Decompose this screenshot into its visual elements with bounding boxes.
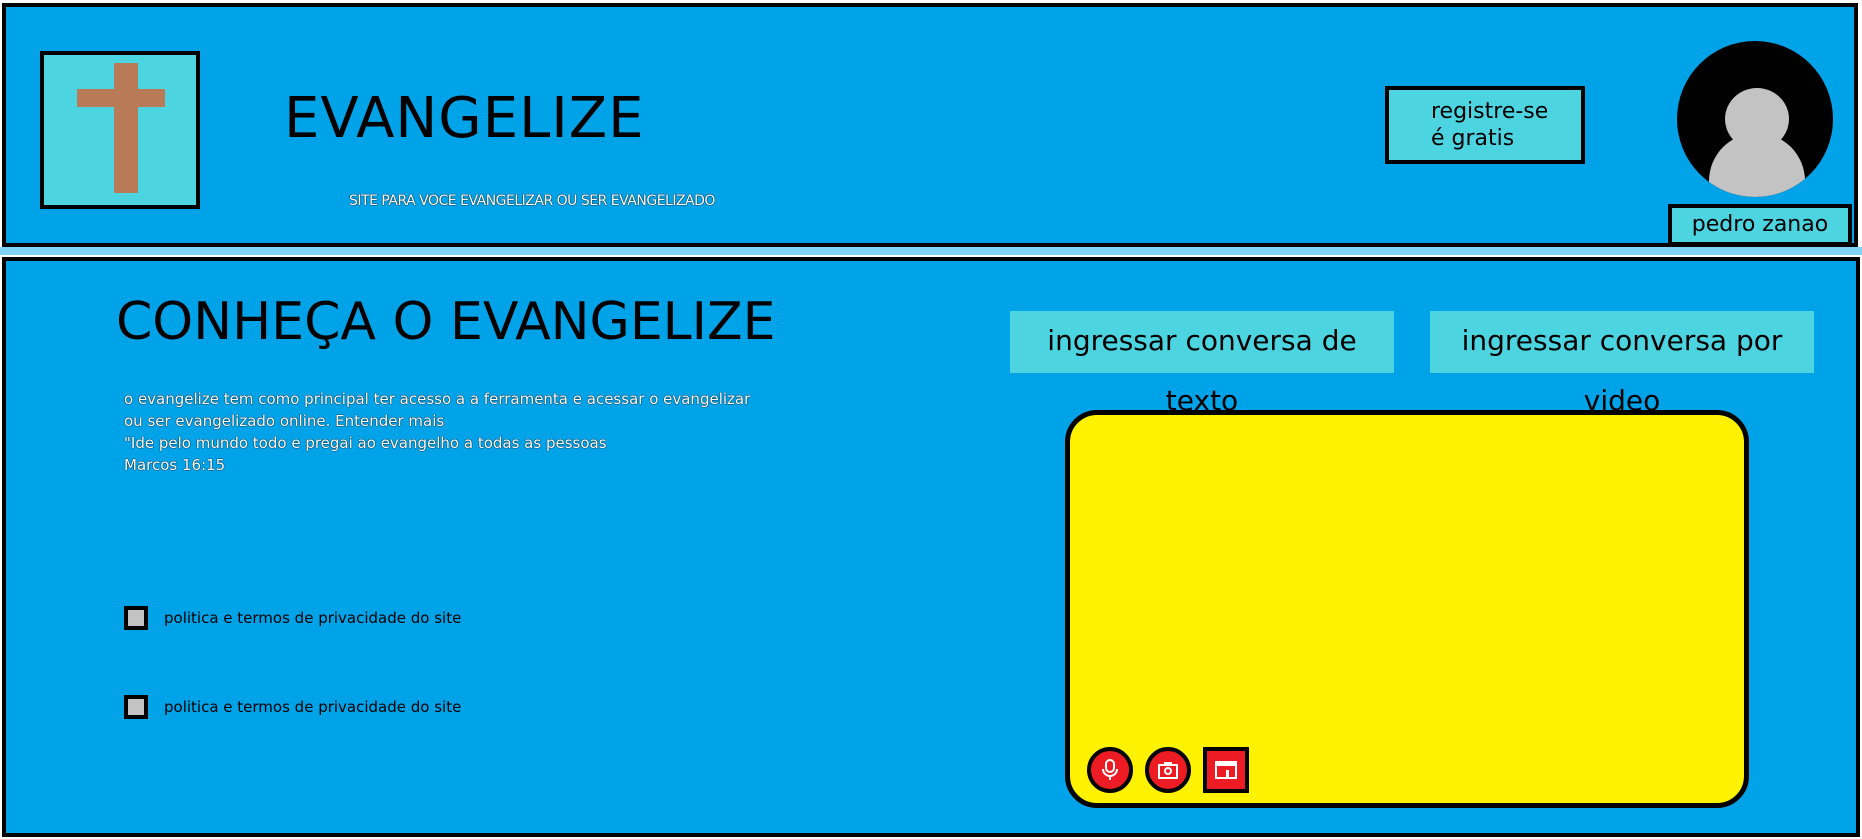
description-line: "Ide pelo mundo todo e pregai ao evangel…: [124, 434, 607, 452]
register-button[interactable]: registre-se é gratis: [1385, 86, 1585, 164]
logo[interactable]: [40, 51, 200, 209]
username-label[interactable]: pedro zanao: [1668, 204, 1852, 246]
checkbox[interactable]: [124, 695, 148, 719]
description-line: ou ser evangelizado online. Entender mai…: [124, 412, 445, 430]
description: o evangelize tem como principal ter aces…: [124, 388, 751, 476]
checkbox[interactable]: [124, 606, 148, 630]
policy-link-2[interactable]: politica e termos de privacidade do site: [124, 695, 461, 719]
video-area[interactable]: [1065, 410, 1749, 808]
register-label-line1: registre-se: [1431, 99, 1549, 124]
description-line: Marcos 16:15: [124, 456, 226, 474]
description-line: o evangelize tem como principal ter aces…: [124, 390, 751, 408]
register-label-line2: é gratis: [1431, 126, 1515, 151]
policy-label: politica e termos de privacidade do site: [164, 698, 462, 716]
window-icon[interactable]: [1203, 747, 1249, 793]
join-text-chat-button[interactable]: ingressar conversa de texto: [1010, 311, 1394, 417]
camera-icon[interactable]: [1145, 747, 1191, 793]
brand-title: EVANGELIZE: [284, 86, 645, 151]
divider: [0, 247, 1862, 255]
user-avatar-head: [1725, 88, 1789, 150]
join-video-chat-button[interactable]: ingressar conversa por video: [1430, 311, 1814, 417]
section-title: CONHEÇA O EVANGELIZE: [116, 292, 776, 352]
microphone-icon[interactable]: [1087, 747, 1133, 793]
cross-icon: [114, 63, 138, 193]
tagline: SITE PARA VOCE EVANGELIZAR OU SER EVANGE…: [349, 193, 715, 209]
avatar[interactable]: [1677, 41, 1833, 197]
policy-label: politica e termos de privacidade do site: [164, 609, 462, 627]
cross-icon-bar: [77, 89, 165, 107]
policy-link-1[interactable]: politica e termos de privacidade do site: [124, 606, 461, 630]
header: EVANGELIZE SITE PARA VOCE EVANGELIZAR OU…: [2, 3, 1858, 247]
